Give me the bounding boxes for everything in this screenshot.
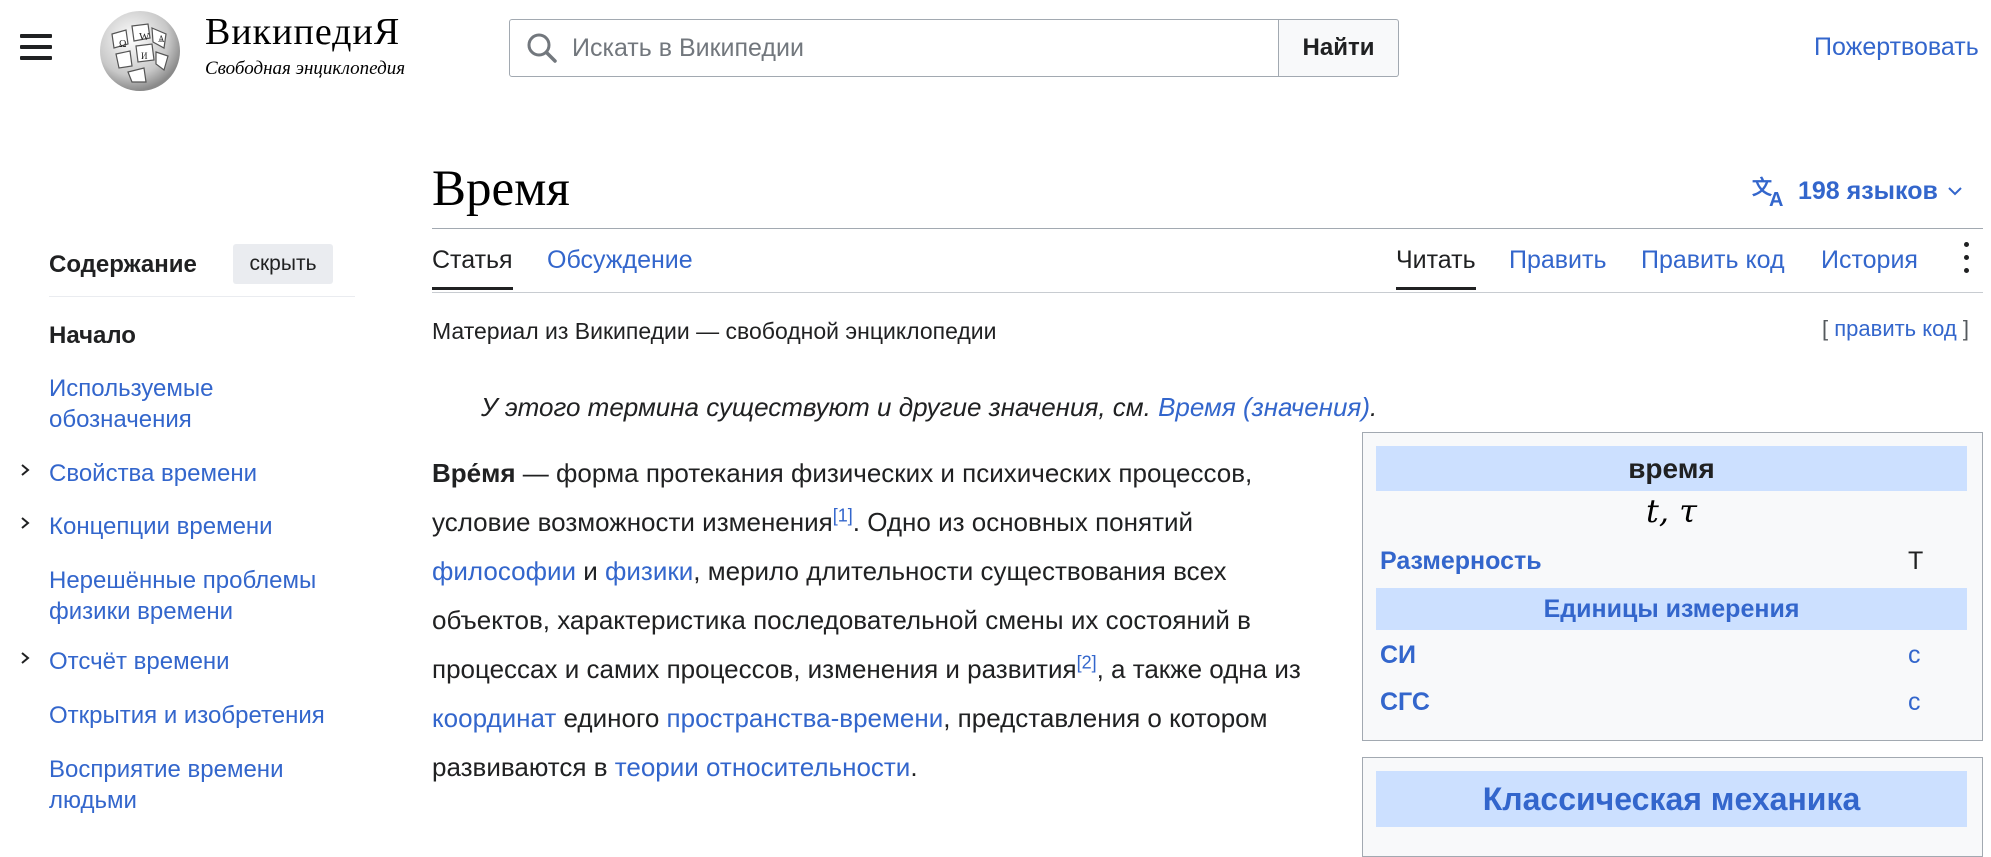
donate-link[interactable]: Пожертвовать (1814, 33, 1979, 62)
tab-read[interactable]: Читать (1396, 246, 1476, 290)
tab-edit[interactable]: Править (1509, 246, 1607, 275)
infobox-header: время (1376, 446, 1967, 491)
infobox-si-value[interactable]: с (1908, 641, 1921, 670)
infobox-cgs-label[interactable]: СГС (1380, 688, 1430, 717)
chevron-right-icon[interactable] (18, 463, 32, 477)
toc-item-perception[interactable]: Восприятие времени людьми (49, 754, 359, 816)
article-text-6: единого (556, 703, 667, 733)
infobox-cgs-value[interactable]: с (1908, 688, 1921, 717)
site-subtitle: Материал из Википедии — свободной энцикл… (432, 318, 997, 344)
article-term: Вре́мя (432, 458, 516, 488)
toc-divider (49, 296, 355, 297)
tab-history[interactable]: История (1821, 246, 1918, 275)
article-lead: Вре́мя — форма протекания физических и п… (432, 449, 1332, 792)
hatnote-link[interactable]: Время (значения) (1158, 392, 1370, 422)
infobox-si-label[interactable]: СИ (1380, 641, 1416, 670)
hatnote-text: У этого термина существуют и другие знач… (481, 392, 1159, 422)
wordmark[interactable]: ВикипедиЯ (205, 10, 400, 54)
tab-article[interactable]: Статья (432, 246, 513, 290)
toc-item-properties[interactable]: Свойства времени (49, 458, 359, 489)
toc-hide-button[interactable]: скрыть (233, 244, 333, 284)
link-physics[interactable]: физики (605, 556, 693, 586)
tab-edit-code[interactable]: Править код (1641, 246, 1785, 275)
svg-text:A: A (1769, 189, 1783, 208)
tabs-divider (432, 292, 1983, 293)
search-icon (526, 32, 558, 64)
toc-item-concepts[interactable]: Концепции времени (49, 511, 359, 542)
article-text-5: , а также одна из (1096, 654, 1301, 684)
toc-item-discoveries[interactable]: Открытия и изобретения (49, 700, 359, 731)
tagline: Свободная энциклопедия (205, 58, 406, 79)
toc-item-unsolved[interactable]: Нерешённые проблемы физики времени (49, 565, 359, 627)
infobox-mechanics-header[interactable]: Классическая механика (1376, 771, 1967, 827)
article-text-3: и (576, 556, 606, 586)
toc-item-timekeeping[interactable]: Отсчёт времени (49, 646, 359, 677)
chevron-right-icon[interactable] (18, 516, 32, 530)
chevron-down-icon (1948, 187, 1962, 196)
link-philosophy[interactable]: философии (432, 556, 576, 586)
svg-text:Ѧ: Ѧ (158, 34, 165, 44)
article-text-2: . Одно из основных понятий (852, 507, 1194, 537)
article-text-8: . (910, 752, 918, 782)
main-menu-button[interactable] (20, 34, 52, 62)
language-count: 198 языков (1798, 176, 1938, 205)
chevron-right-icon[interactable] (18, 651, 32, 665)
infobox-units-header[interactable]: Единицы измерения (1376, 588, 1967, 630)
link-coordinates[interactable]: координат (432, 703, 556, 733)
infobox-symbol: t, τ (1646, 492, 1697, 530)
tab-talk[interactable]: Обсуждение (547, 246, 693, 275)
language-button[interactable]: 文 A 198 языков (1752, 174, 1964, 208)
link-relativity[interactable]: теории относительности (615, 752, 911, 782)
toc-item-start[interactable]: Начало (49, 320, 359, 351)
search-input[interactable] (572, 19, 1272, 77)
reference-1[interactable]: [1] (833, 505, 853, 525)
infobox-dimension-value: T (1908, 547, 1924, 575)
svg-text:И: И (141, 51, 148, 61)
bracket-open: [ (1822, 316, 1829, 341)
hatnote-end: . (1369, 392, 1378, 422)
page-title: Время (432, 161, 570, 217)
edit-code-label[interactable]: править код (1834, 316, 1956, 341)
toc-title: Содержание (49, 251, 197, 278)
toc-item-notation[interactable]: Используемые обозначения (49, 373, 359, 435)
link-spacetime[interactable]: пространства-времени (667, 703, 944, 733)
title-divider (432, 228, 1983, 229)
wikipedia-globe-logo[interactable]: W Ω Ѧ И (92, 4, 188, 94)
svg-text:Ω: Ω (119, 39, 126, 50)
hatnote: У этого термина существуют и другие знач… (481, 392, 1377, 423)
edit-section-link[interactable]: [ править код ] (1822, 316, 1969, 342)
svg-text:W: W (139, 31, 150, 43)
bracket-close: ] (1962, 316, 1969, 341)
more-actions-icon[interactable] (1962, 242, 1970, 278)
search-button[interactable]: Найти (1278, 19, 1399, 77)
infobox-dimension-label[interactable]: Размерность (1380, 547, 1542, 576)
reference-2[interactable]: [2] (1077, 652, 1097, 672)
translate-icon: 文 A (1752, 175, 1783, 208)
